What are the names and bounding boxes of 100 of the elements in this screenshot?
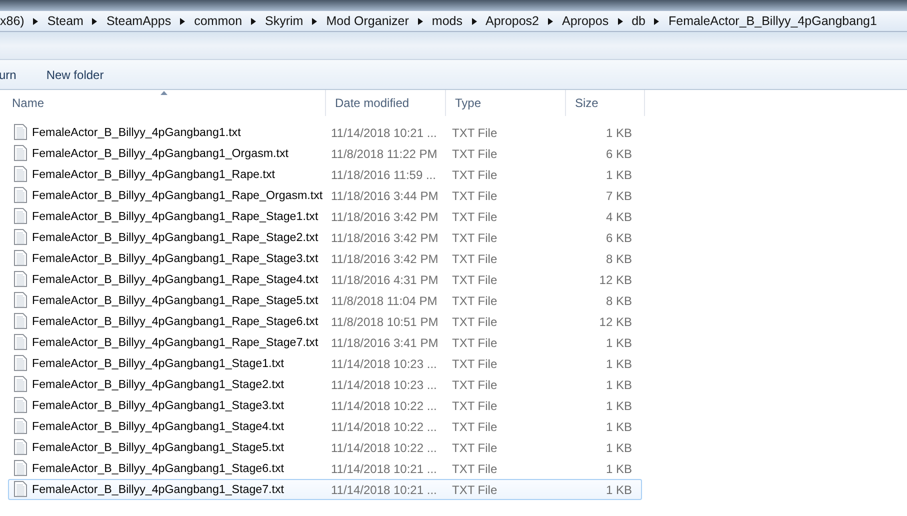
file-name: FemaleActor_B_Billyy_4pGangbang1_Stage6.txt bbox=[32, 460, 284, 477]
file-type: TXT File bbox=[451, 188, 498, 204]
text-file-icon bbox=[14, 481, 27, 498]
file-type: TXT File bbox=[451, 166, 498, 184]
file-size: 6 KB bbox=[604, 230, 632, 246]
file-type: TXT File bbox=[451, 418, 498, 436]
breadcrumb[interactable]: Steam bbox=[47, 12, 84, 30]
date-modified: 11/18/2016 3:44 PM bbox=[330, 188, 440, 204]
chevron-icon bbox=[472, 18, 476, 24]
text-file-icon bbox=[14, 166, 27, 182]
file-type: TXT File bbox=[451, 208, 498, 226]
file-name: FemaleActor_B_Billyy_4pGangbang1_Rape_Stage2.txt bbox=[32, 230, 318, 246]
file-name: FemaleActor_B_Billyy_4pGangbang1_Stage3.txt bbox=[32, 398, 284, 414]
file-name: FemaleActor_B_Billyy_4pGangbang1_Stage2.txt bbox=[32, 376, 284, 393]
text-file-icon bbox=[14, 124, 27, 140]
toolbar-button[interactable]: urn bbox=[0, 66, 16, 84]
file-type: TXT File bbox=[451, 398, 498, 414]
chevron-icon bbox=[418, 18, 423, 24]
file-row[interactable]: FemaleActor_B_Billyy_4pGangbang1_Stage1.txt 11/14/2018 10:23 ... TXT File 1 KB bbox=[8, 353, 642, 374]
address-bar[interactable]: x86) Steam SteamApps common Skyrim Mod Organizer mods Apropos2 Apropos db FemaleActor_B_Billyy_4pGangbang1 bbox=[0, 10, 907, 32]
breadcrumb[interactable]: Skyrim bbox=[265, 12, 304, 30]
file-name: FemaleActor_B_Billyy_4pGangbang1_Rape.txt bbox=[32, 166, 275, 183]
breadcrumb[interactable]: common bbox=[194, 12, 242, 30]
text-file-icon bbox=[14, 187, 27, 204]
file-size: 1 KB bbox=[604, 124, 632, 142]
chevron-icon bbox=[548, 18, 554, 24]
file-row[interactable]: FemaleActor_B_Billyy_4pGangbang1_Rape_Stage6.txt 11/8/2018 10:51 PM TXT File 12 KB bbox=[8, 311, 642, 332]
breadcrumb[interactable]: Mod Organizer bbox=[326, 12, 409, 30]
file-type: TXT File bbox=[451, 460, 498, 478]
file-size: 7 KB bbox=[604, 188, 632, 204]
breadcrumb[interactable]: mods bbox=[432, 12, 462, 30]
text-file-icon bbox=[14, 334, 27, 350]
date-modified: 11/14/2018 10:23 ... bbox=[330, 376, 438, 394]
date-modified: 11/14/2018 10:22 ... bbox=[330, 398, 438, 414]
file-type: TXT File bbox=[451, 356, 498, 372]
file-size: 1 KB bbox=[604, 440, 632, 456]
file-type: TXT File bbox=[451, 272, 498, 288]
toolbar-button[interactable]: New folder bbox=[44, 66, 106, 84]
text-file-icon bbox=[14, 145, 27, 162]
file-row[interactable]: FemaleActor_B_Billyy_4pGangbang1_Orgasm.txt 11/8/2018 11:22 PM TXT File 6 KB bbox=[8, 143, 642, 164]
file-row[interactable]: FemaleActor_B_Billyy_4pGangbang1.txt 11/14/2018 10:21 ... TXT File 1 KB bbox=[8, 122, 642, 143]
text-file-icon bbox=[14, 208, 27, 224]
file-row[interactable]: FemaleActor_B_Billyy_4pGangbang1_Rape_Orgasm.txt 11/18/2016 3:44 PM TXT File 7 KB bbox=[8, 185, 642, 206]
sort-arrow-icon bbox=[160, 91, 168, 95]
file-row[interactable]: FemaleActor_B_Billyy_4pGangbang1_Stage2.txt 11/14/2018 10:23 ... TXT File 1 KB bbox=[8, 374, 642, 395]
date-modified: 11/8/2018 11:04 PM bbox=[330, 292, 438, 310]
text-file-icon bbox=[14, 397, 27, 414]
date-modified: 11/18/2016 11:59 ... bbox=[330, 166, 437, 184]
file-row[interactable]: FemaleActor_B_Billyy_4pGangbang1_Stage3.txt 11/14/2018 10:22 ... TXT File 1 KB bbox=[8, 395, 642, 416]
file-row[interactable]: FemaleActor_B_Billyy_4pGangbang1_Stage6.txt 11/14/2018 10:21 ... TXT File 1 KB bbox=[8, 458, 642, 479]
file-name: FemaleActor_B_Billyy_4pGangbang1_Stage5.txt bbox=[32, 440, 284, 456]
date-modified: 11/14/2018 10:22 ... bbox=[330, 440, 438, 456]
column-header[interactable]: Date modified bbox=[326, 90, 446, 116]
file-type: TXT File bbox=[451, 250, 498, 268]
file-name: FemaleActor_B_Billyy_4pGangbang1_Rape_Stage1.txt bbox=[32, 208, 318, 225]
file-name: FemaleActor_B_Billyy_4pGangbang1_Rape_Orgasm.txt bbox=[32, 188, 323, 204]
file-size: 12 KB bbox=[598, 272, 632, 288]
text-file-icon bbox=[14, 271, 27, 288]
file-row[interactable]: FemaleActor_B_Billyy_4pGangbang1_Rape_Stage1.txt 11/18/2016 3:42 PM TXT File 4 KB bbox=[8, 206, 642, 227]
file-row[interactable]: FemaleActor_B_Billyy_4pGangbang1_Rape_Stage5.txt 11/8/2018 11:04 PM TXT File 8 KB bbox=[8, 290, 642, 311]
chevron-icon bbox=[180, 18, 186, 24]
file-row[interactable]: FemaleActor_B_Billyy_4pGangbang1_Rape_Stage7.txt 11/18/2016 3:41 PM TXT File 1 KB bbox=[8, 332, 642, 353]
breadcrumb[interactable]: Apropos bbox=[562, 12, 609, 30]
date-modified: 11/14/2018 10:21 ... bbox=[330, 482, 438, 498]
column-header[interactable]: Type bbox=[446, 90, 566, 116]
breadcrumb[interactable]: Apropos2 bbox=[486, 12, 540, 30]
file-size: 1 KB bbox=[604, 356, 632, 372]
file-size: 1 KB bbox=[604, 398, 632, 414]
file-row[interactable]: FemaleActor_B_Billyy_4pGangbang1_Stage5.txt 11/14/2018 10:22 ... TXT File 1 KB bbox=[8, 437, 642, 458]
file-row[interactable]: FemaleActor_B_Billyy_4pGangbang1_Rape.txt 11/18/2016 11:59 ... TXT File 1 KB bbox=[8, 164, 642, 185]
file-size: 1 KB bbox=[604, 376, 632, 394]
file-name: FemaleActor_B_Billyy_4pGangbang1_Rape_Stage4.txt bbox=[32, 272, 318, 288]
date-modified: 11/14/2018 10:22 ... bbox=[330, 418, 438, 436]
breadcrumb[interactable]: FemaleActor_B_Billyy_4pGangbang1 bbox=[668, 12, 877, 30]
breadcrumb[interactable]: x86) bbox=[0, 12, 24, 30]
file-name: FemaleActor_B_Billyy_4pGangbang1.txt bbox=[32, 124, 241, 141]
breadcrumb[interactable]: SteamApps bbox=[106, 12, 172, 30]
file-size: 6 KB bbox=[604, 146, 632, 162]
column-header[interactable]: Name bbox=[3, 90, 326, 116]
date-modified: 11/18/2016 4:31 PM bbox=[330, 272, 440, 288]
file-type: TXT File bbox=[451, 482, 498, 498]
file-type: TXT File bbox=[451, 146, 498, 162]
file-name: FemaleActor_B_Billyy_4pGangbang1_Rape_Stage5.txt bbox=[32, 292, 318, 309]
file-size: 8 KB bbox=[604, 250, 632, 268]
date-modified: 11/8/2018 10:51 PM bbox=[330, 314, 440, 330]
breadcrumb[interactable]: db bbox=[632, 12, 646, 30]
file-size: 1 KB bbox=[604, 166, 632, 184]
file-row[interactable]: FemaleActor_B_Billyy_4pGangbang1_Rape_Stage3.txt 11/18/2016 3:42 PM TXT File 8 KB bbox=[8, 248, 642, 269]
column-header[interactable]: Size bbox=[566, 90, 645, 116]
file-name: FemaleActor_B_Billyy_4pGangbang1_Stage1.txt bbox=[32, 356, 284, 372]
file-row[interactable]: FemaleActor_B_Billyy_4pGangbang1_Rape_Stage2.txt 11/18/2016 3:42 PM TXT File 6 KB bbox=[8, 227, 642, 248]
file-name: FemaleActor_B_Billyy_4pGangbang1_Stage7.txt bbox=[32, 482, 284, 498]
file-row[interactable]: FemaleActor_B_Billyy_4pGangbang1_Stage7.txt 11/14/2018 10:21 ... TXT File 1 KB bbox=[8, 479, 642, 500]
file-type: TXT File bbox=[451, 230, 498, 246]
date-modified: 11/8/2018 11:22 PM bbox=[330, 146, 438, 162]
file-row[interactable]: FemaleActor_B_Billyy_4pGangbang1_Rape_Stage4.txt 11/18/2016 4:31 PM TXT File 12 KB bbox=[8, 269, 642, 290]
file-row[interactable]: FemaleActor_B_Billyy_4pGangbang1_Stage4.txt 11/14/2018 10:22 ... TXT File 1 KB bbox=[8, 416, 642, 437]
chevron-icon bbox=[92, 18, 98, 24]
text-file-icon bbox=[14, 313, 27, 330]
file-name: FemaleActor_B_Billyy_4pGangbang1_Rape_Stage3.txt bbox=[32, 250, 318, 267]
